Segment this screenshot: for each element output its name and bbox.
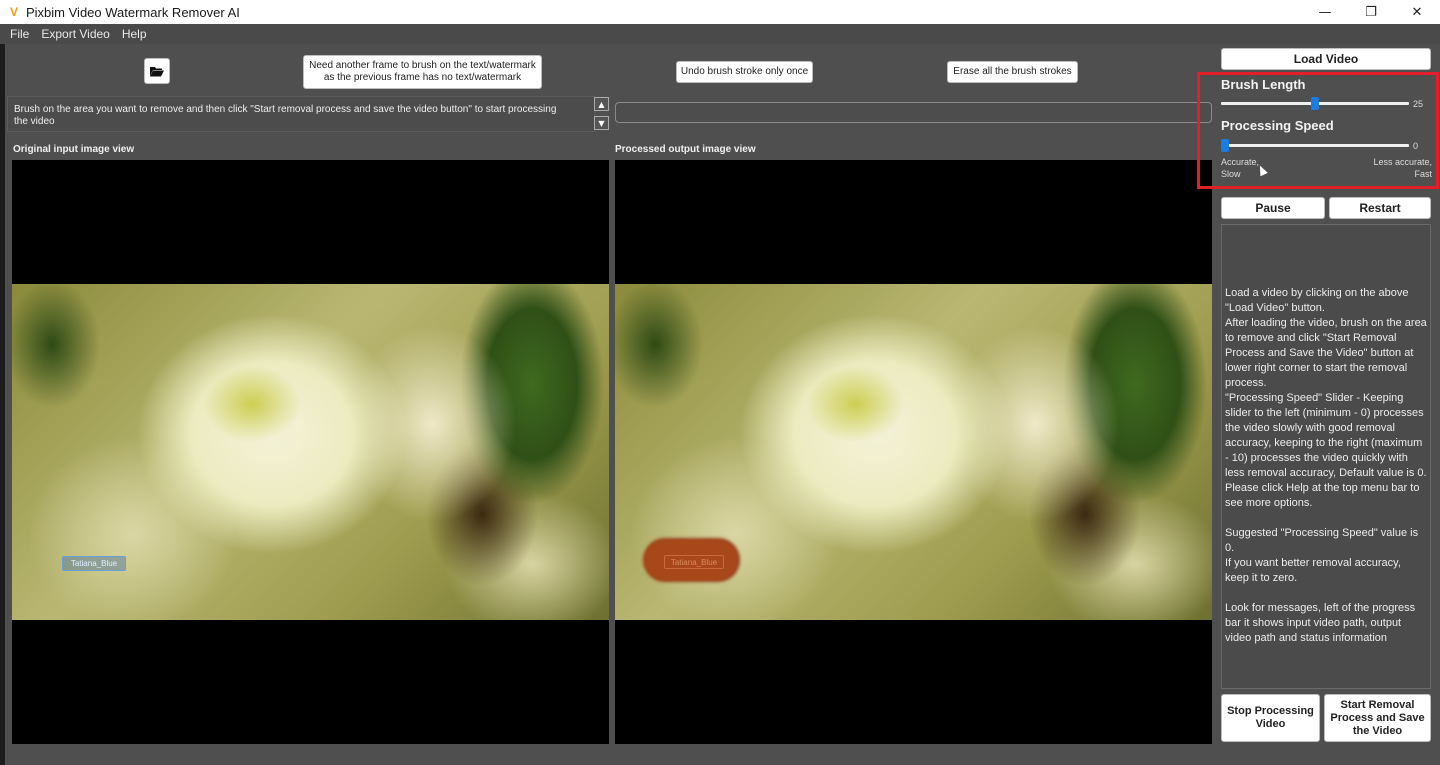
message-text: Brush on the area you want to remove and… (14, 104, 557, 127)
speed-hint-left: Accurate, Slow (1221, 156, 1259, 180)
need-frame-label-line1: Need another frame to brush on the text/… (309, 60, 536, 71)
menu-help[interactable]: Help (122, 27, 147, 41)
processing-speed-value: 0 (1413, 141, 1419, 151)
start-removal-button[interactable]: Start Removal Process and Save the Video (1324, 694, 1431, 742)
processing-speed-slider-thumb[interactable] (1221, 139, 1229, 152)
load-video-button[interactable]: Load Video (1221, 48, 1431, 70)
need-frame-label-line2: as the previous frame has no text/waterm… (323, 72, 522, 83)
scroll-down-button[interactable]: ▼ (594, 116, 609, 130)
toolbar: Need another frame to brush on the text/… (7, 48, 1213, 94)
brush-length-slider[interactable] (1221, 97, 1409, 110)
hint-left-line1: Accurate, (1221, 157, 1260, 167)
open-folder-button[interactable] (144, 58, 170, 84)
folder-open-icon (150, 66, 164, 76)
menu-bar: File Export Video Help (0, 24, 1440, 44)
close-icon[interactable]: ✕ (1394, 0, 1440, 24)
need-another-frame-button[interactable]: Need another frame to brush on the text/… (303, 55, 542, 89)
window-controls: — ❐ ✕ (1302, 0, 1440, 24)
processing-speed-slider[interactable] (1221, 139, 1409, 152)
original-image-view[interactable]: Tatiana_Blue (12, 160, 609, 744)
left-border (0, 44, 5, 765)
maximize-icon[interactable]: ❐ (1348, 0, 1394, 24)
hint-left-line2: Slow (1221, 169, 1241, 179)
undo-brush-stroke-button[interactable]: Undo brush stroke only once (676, 61, 813, 83)
processing-speed-label: Processing Speed (1221, 118, 1334, 133)
video-frame-original[interactable]: Tatiana_Blue (12, 284, 609, 620)
scroll-up-button[interactable]: ▲ (594, 97, 609, 111)
minimize-icon[interactable]: — (1302, 0, 1348, 24)
brush-length-value: 25 (1413, 99, 1424, 109)
stop-processing-button[interactable]: Stop Processing Video (1221, 694, 1320, 742)
erase-brush-strokes-button[interactable]: Erase all the brush strokes (947, 61, 1078, 83)
menu-file[interactable]: File (10, 27, 29, 41)
info-paragraph-3: Look for messages, left of the progress … (1225, 602, 1416, 644)
processed-view-label: Processed output image view (615, 144, 756, 155)
info-paragraph-2: Suggested "Processing Speed" value is 0.… (1225, 527, 1419, 584)
watermark-processed: Tatiana_Blue (664, 555, 724, 569)
menu-export-video[interactable]: Export Video (41, 27, 110, 41)
hint-right-line2: Fast (1414, 169, 1432, 179)
pause-button[interactable]: Pause (1221, 197, 1325, 219)
watermark-original: Tatiana_Blue (62, 556, 126, 571)
brush-length-label: Brush Length (1221, 77, 1306, 92)
window-title: Pixbim Video Watermark Remover AI (26, 4, 240, 20)
info-panel: Load a video by clicking on the above "L… (1221, 224, 1431, 689)
original-view-label: Original input image view (13, 144, 135, 155)
app-logo-icon: V (9, 5, 18, 19)
processed-image-view: Tatiana_Blue (615, 160, 1212, 744)
hint-right-line1: Less accurate, (1373, 157, 1432, 167)
speed-hint-right: Less accurate, Fast (1360, 156, 1432, 180)
restart-button[interactable]: Restart (1329, 197, 1431, 219)
title-bar: V Pixbim Video Watermark Remover AI — ❐ … (0, 0, 1440, 24)
brush-length-slider-thumb[interactable] (1311, 97, 1319, 110)
video-frame-processed: Tatiana_Blue (615, 284, 1212, 620)
info-paragraph-1: Load a video by clicking on the above "L… (1225, 287, 1427, 509)
progress-bar (615, 102, 1212, 123)
message-box[interactable]: Brush on the area you want to remove and… (7, 96, 595, 132)
